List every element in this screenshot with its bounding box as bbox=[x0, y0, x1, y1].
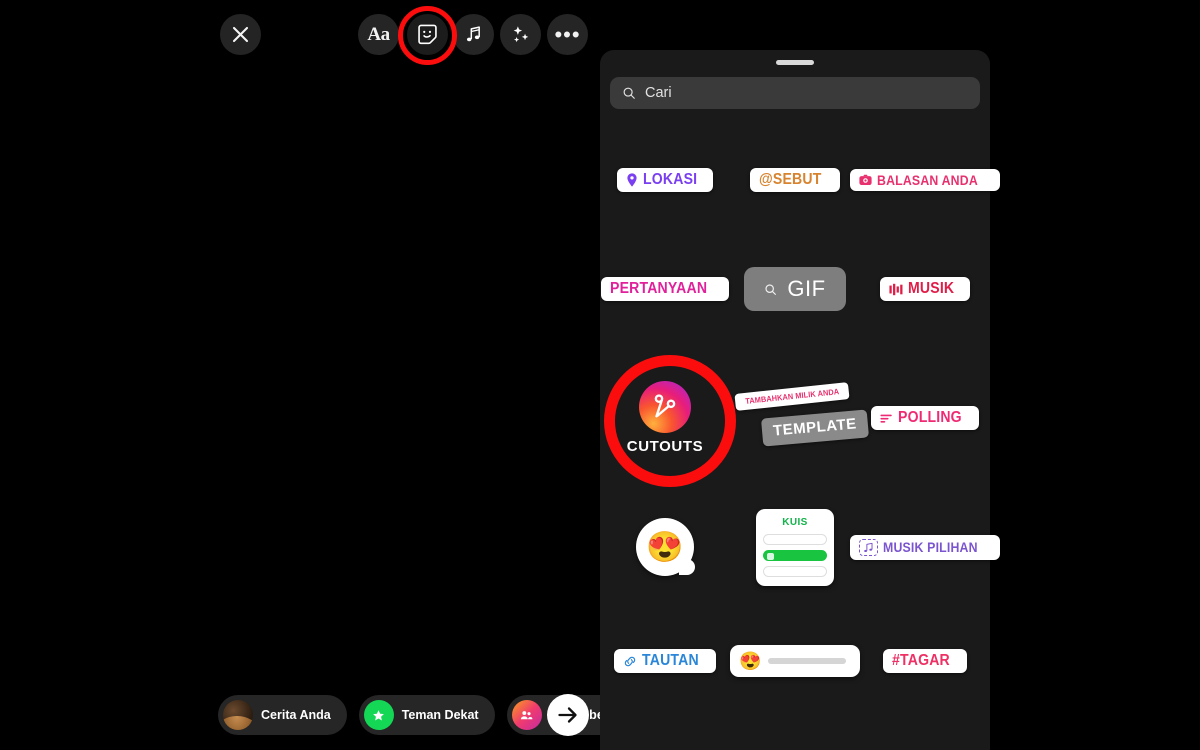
sticker-label: LOKASI bbox=[642, 171, 697, 188]
sticker-cell: TAUTAN bbox=[600, 649, 730, 673]
sticker-polling[interactable]: POLLING bbox=[870, 406, 980, 430]
sticker-label: CUTOUTS bbox=[626, 438, 704, 455]
sticker-label: BALASAN ANDA bbox=[876, 172, 978, 188]
scissors-icon bbox=[654, 394, 676, 418]
sticker-kuis[interactable]: KUIS bbox=[756, 508, 834, 586]
link-chain-icon bbox=[625, 656, 636, 666]
sticker-label: GIF bbox=[787, 276, 826, 301]
close-icon bbox=[232, 26, 249, 43]
sticker-sebut[interactable]: @SEBUT bbox=[750, 168, 840, 192]
sticker-cell: @SEBUT bbox=[730, 168, 860, 192]
sticker-label: POLLING bbox=[897, 409, 962, 426]
sticker-cell: MUSIK bbox=[860, 277, 990, 301]
cutouts-gradient-badge bbox=[639, 381, 691, 433]
sticker-top-label: TAMBAHKAN MILIK ANDA bbox=[744, 387, 840, 406]
camera-icon bbox=[859, 174, 872, 185]
quiz-option-bar[interactable] bbox=[763, 565, 827, 577]
send-button[interactable] bbox=[547, 694, 589, 736]
sticker-musik[interactable]: MUSIK bbox=[880, 277, 970, 301]
sticker-label: MUSIK bbox=[908, 280, 955, 297]
sparkles-icon bbox=[513, 25, 528, 42]
effects-tool-button[interactable] bbox=[500, 14, 541, 55]
sticker-label: @SEBUT bbox=[759, 171, 822, 188]
sticker-cell: BALASAN ANDA bbox=[849, 169, 1001, 191]
sticker-cell: PERTANYAAN bbox=[600, 277, 730, 308]
sticker-row: LOKASI @SEBUT BALASAN ANDA bbox=[600, 130, 1001, 230]
sticker-row: PERTANYAAN GIF MUSIK bbox=[600, 230, 990, 348]
sticker-musik-pilihan[interactable]: MUSIK PILIHAN bbox=[850, 534, 1000, 560]
sticker-template[interactable]: TAMBAHKAN MILIK ANDA TEMPLATE bbox=[734, 382, 869, 454]
sticker-search-text: Cari bbox=[645, 85, 672, 101]
music-notes-icon bbox=[864, 542, 873, 552]
share-chip-close-friends[interactable]: Teman Dekat bbox=[358, 695, 495, 735]
equalizer-bars-icon bbox=[889, 283, 903, 295]
sticker-cell: LOKASI bbox=[600, 168, 730, 192]
sticker-pertanyaan[interactable]: PERTANYAAN bbox=[600, 277, 730, 308]
group-people-icon bbox=[520, 710, 533, 719]
sticker-label: TEMPLATE bbox=[772, 415, 858, 440]
drag-handle[interactable] bbox=[776, 60, 814, 65]
sticker-cell: MUSIK PILIHAN bbox=[850, 534, 1000, 560]
music-note-icon bbox=[466, 26, 480, 42]
sticker-tray-panel: Cari LOKASI @SEBUT BALASAN ANDA PERTANYA… bbox=[600, 50, 1001, 750]
location-pin-icon bbox=[627, 173, 637, 187]
template-top-label-card: TAMBAHKAN MILIK ANDA bbox=[734, 382, 851, 411]
green-star-avatar bbox=[363, 700, 394, 730]
share-chip-your-story[interactable]: Cerita Anda bbox=[218, 695, 347, 735]
sticker-cell: 😍 bbox=[730, 645, 860, 677]
sticker-tool-button[interactable] bbox=[407, 14, 448, 55]
emoji-glyph: 😍 bbox=[646, 530, 684, 564]
music-notes-dashed-icon bbox=[859, 538, 879, 556]
sticker-balasan-anda[interactable]: BALASAN ANDA bbox=[849, 169, 1001, 191]
share-chip-label: Teman Dekat bbox=[401, 708, 479, 722]
sticker-reaksi-emoji[interactable]: 😍 bbox=[636, 518, 695, 576]
slider-track[interactable] bbox=[767, 658, 846, 664]
sticker-cell: #TAGAR bbox=[860, 649, 990, 673]
sticker-lokasi[interactable]: LOKASI bbox=[616, 168, 714, 192]
sticker-gif[interactable]: GIF bbox=[744, 267, 846, 311]
sticker-cell: GIF bbox=[730, 267, 860, 311]
sticker-label: KUIS bbox=[782, 516, 808, 528]
quiz-option-bar[interactable] bbox=[763, 533, 827, 545]
profile-photo-avatar bbox=[223, 700, 253, 730]
text-tool-label: Aa bbox=[367, 23, 390, 45]
search-icon bbox=[623, 87, 635, 99]
sticker-label: #TAGAR bbox=[892, 652, 950, 669]
sticker-search-input[interactable]: Cari bbox=[610, 77, 980, 109]
sticker-row: CUTOUTS TAMBAHKAN MILIK ANDA TEMPLATE PO… bbox=[600, 348, 990, 488]
sticker-tagar[interactable]: #TAGAR bbox=[883, 649, 967, 673]
more-dots-icon: ••• bbox=[554, 21, 581, 47]
sticker-label: PERTANYAAN bbox=[609, 280, 707, 297]
music-tool-button[interactable] bbox=[453, 14, 494, 55]
search-icon bbox=[765, 283, 777, 295]
poll-bars-icon bbox=[880, 414, 892, 423]
sticker-row: TAUTAN 😍 #TAGAR bbox=[600, 606, 990, 716]
sticker-emoji-slider[interactable]: 😍 bbox=[730, 645, 860, 677]
star-icon bbox=[373, 709, 385, 720]
quiz-option-bar-selected[interactable] bbox=[763, 549, 827, 561]
close-button[interactable] bbox=[220, 14, 261, 55]
sticker-cell: TAMBAHKAN MILIK ANDA TEMPLATE bbox=[730, 382, 869, 454]
sticker-label: MUSIK PILIHAN bbox=[883, 539, 978, 555]
sticker-label: TAUTAN bbox=[642, 652, 700, 669]
template-bottom-label-card: TEMPLATE bbox=[760, 409, 869, 447]
sticker-grid: LOKASI @SEBUT BALASAN ANDA PERTANYAAN GI… bbox=[600, 130, 1001, 716]
text-tool-button[interactable]: Aa bbox=[358, 14, 399, 55]
sticker-row: 😍 KUIS MUSIK PILIHAN bbox=[600, 488, 1000, 606]
gradient-group-avatar bbox=[511, 700, 542, 730]
sticker-cell: KUIS bbox=[730, 508, 860, 586]
sticker-smiley-icon bbox=[418, 24, 437, 45]
story-editor-screen: Aa ••• Cerita Anda Teman Dekat Daftar be… bbox=[0, 0, 1200, 750]
arrow-right-icon bbox=[558, 707, 577, 723]
more-options-button[interactable]: ••• bbox=[547, 14, 588, 55]
emoji-glyph: 😍 bbox=[739, 651, 762, 671]
share-chip-label: Cerita Anda bbox=[261, 708, 331, 722]
sticker-cutouts[interactable]: CUTOUTS bbox=[600, 381, 730, 455]
sticker-tautan[interactable]: TAUTAN bbox=[614, 649, 716, 673]
sticker-cell: 😍 bbox=[600, 518, 730, 576]
sticker-cell: POLLING bbox=[860, 406, 990, 430]
